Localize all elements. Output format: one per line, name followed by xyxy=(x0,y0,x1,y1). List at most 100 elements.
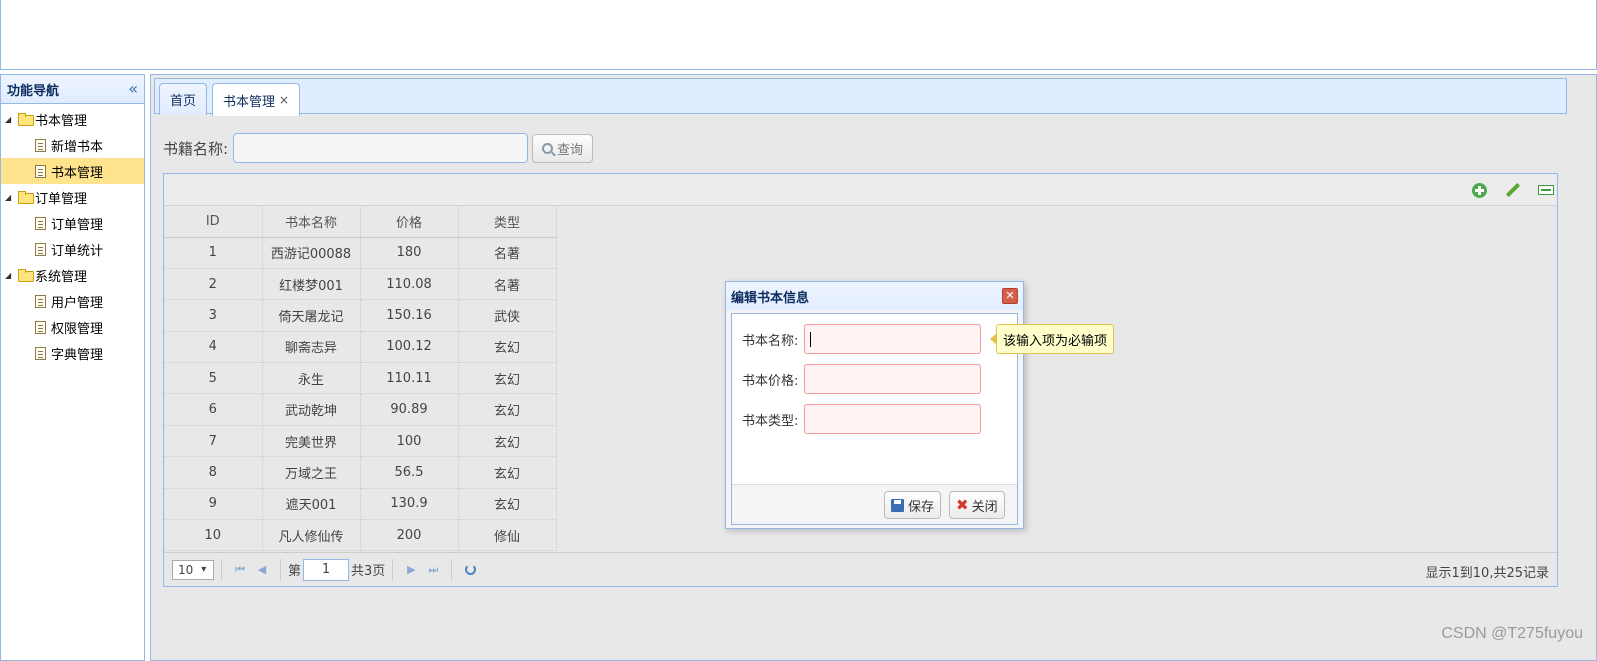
table-cell: 玄幻 xyxy=(458,362,557,395)
table-row[interactable]: 2 红楼梦001 110.08 名著 xyxy=(164,268,557,301)
table-cell: 6 xyxy=(164,393,263,426)
book-table: ID 书本名称 价格 类型 1 西游记00088 180 名著 2 红楼梦001 110.0… xyxy=(164,206,557,552)
table-cell: 3 xyxy=(164,299,263,332)
next-page-icon[interactable]: ▶ xyxy=(400,559,422,581)
table-row[interactable]: 3 倚天屠龙记 150.16 武侠 xyxy=(164,299,557,332)
add-button[interactable] xyxy=(1470,181,1488,199)
column-header[interactable]: 书本名称 xyxy=(262,206,361,238)
table-row[interactable]: 8 万域之王 56.5 玄幻 xyxy=(164,456,557,489)
table-cell: 1 xyxy=(164,237,263,269)
chevron-down-icon: ▾ xyxy=(201,564,207,575)
tab-close-icon[interactable]: × xyxy=(279,93,289,107)
tree-item-user-management[interactable]: 用户管理 xyxy=(1,288,144,314)
query-button[interactable]: 查询 xyxy=(532,133,594,163)
table-cell: 倚天屠龙记 xyxy=(262,299,361,332)
refresh-button[interactable] xyxy=(459,559,481,581)
table-cell: 4 xyxy=(164,331,263,364)
tree-item-label: 新增书本 xyxy=(51,139,104,155)
search-icon xyxy=(542,142,554,154)
first-page-icon[interactable]: ⏮ xyxy=(229,559,251,581)
table-cell: 玄幻 xyxy=(458,456,557,489)
book-name-field[interactable] xyxy=(804,324,981,354)
expand-triangle-icon[interactable]: ◢ xyxy=(5,271,17,280)
tree-group-book-management[interactable]: ◢ 书本管理 xyxy=(1,106,144,132)
close-button[interactable]: ✖ 关闭 xyxy=(949,491,1005,519)
tree-item-add-book[interactable]: 新增书本 xyxy=(1,132,144,158)
table-row[interactable]: 9 遮天001 130.9 玄幻 xyxy=(164,488,557,521)
table-row[interactable]: 4 聊斋志异 100.12 玄幻 xyxy=(164,331,557,364)
file-icon xyxy=(35,346,46,360)
tree-group-label: 订单管理 xyxy=(35,191,88,207)
table-cell: 武动乾坤 xyxy=(262,393,361,426)
table-cell: 凡人修仙传 xyxy=(262,519,361,552)
table-row[interactable]: 10 凡人修仙传 200 修仙 xyxy=(164,519,557,552)
tree-item-order-management[interactable]: 订单管理 xyxy=(1,210,144,236)
remove-button[interactable] xyxy=(1537,181,1555,199)
page-size-value: 10 xyxy=(178,562,194,577)
tree-item-dictionary-management[interactable]: 字典管理 xyxy=(1,340,144,366)
tree-group-label: 系统管理 xyxy=(35,269,88,285)
column-header[interactable]: ID xyxy=(164,206,263,238)
last-page-icon[interactable]: ⏭ xyxy=(422,559,444,581)
close-red-icon: ✖ xyxy=(956,496,969,514)
table-row[interactable]: 5 永生 110.11 玄幻 xyxy=(164,362,557,395)
tree-item-book-management[interactable]: 书本管理 xyxy=(1,158,144,184)
page-prefix: 第 xyxy=(288,564,302,579)
tree-item-order-statistics[interactable]: 订单统计 xyxy=(1,236,144,262)
sidebar-title: 功能导航 xyxy=(7,83,60,99)
tab-book-management[interactable]: 书本管理 × xyxy=(212,83,301,116)
remove-icon xyxy=(1538,185,1554,195)
tree-item-label: 字典管理 xyxy=(51,347,104,363)
close-icon[interactable]: ✕ xyxy=(1002,288,1018,304)
search-bar: 书籍名称: 查询 xyxy=(163,133,594,163)
table-cell: 150.16 xyxy=(360,299,459,332)
table-cell: 万域之王 xyxy=(262,456,361,489)
tree-group-system-management[interactable]: ◢ 系统管理 xyxy=(1,262,144,288)
pagination-bar: 10 ▾ ⏮ ◀ 第 1 共3页 ▶ ⏭ 显示1到10,共25记录 xyxy=(164,552,1557,586)
query-button-label: 查询 xyxy=(557,142,584,158)
table-cell: 100 xyxy=(360,425,459,458)
file-icon xyxy=(35,294,46,308)
tree-item-permission-management[interactable]: 权限管理 xyxy=(1,314,144,340)
expand-triangle-icon[interactable]: ◢ xyxy=(5,193,17,202)
text-cursor xyxy=(810,332,811,347)
table-cell: 遮天001 xyxy=(262,488,361,521)
folder-icon xyxy=(17,191,34,204)
book-name-search-input[interactable] xyxy=(233,133,529,163)
page-size-select[interactable]: 10 ▾ xyxy=(172,559,214,580)
column-header[interactable]: 价格 xyxy=(360,206,459,238)
table-cell: 5 xyxy=(164,362,263,395)
divider xyxy=(221,558,222,581)
page-number-input[interactable]: 1 xyxy=(303,558,350,581)
tabs-bar: 首页 书本管理 × xyxy=(154,78,1567,116)
table-row[interactable]: 7 完美世界 100 玄幻 xyxy=(164,425,557,458)
table-cell: 西游记00088 xyxy=(262,237,361,269)
table-row[interactable]: 1 西游记00088 180 名著 xyxy=(164,237,557,269)
tab-home[interactable]: 首页 xyxy=(159,83,208,115)
tree-item-label: 订单统计 xyxy=(51,243,104,259)
dialog-footer: 保存 ✖ 关闭 xyxy=(732,484,1017,524)
tree-item-label: 订单管理 xyxy=(51,217,104,233)
save-button[interactable]: 保存 xyxy=(884,491,942,519)
tree-group-order-management[interactable]: ◢ 订单管理 xyxy=(1,184,144,210)
save-icon xyxy=(891,498,904,512)
book-price-field[interactable] xyxy=(804,364,981,394)
column-header[interactable]: 类型 xyxy=(458,206,557,238)
top-banner xyxy=(0,0,1597,70)
tree-group-label: 书本管理 xyxy=(35,113,88,129)
collapse-sidebar-icon[interactable]: « xyxy=(128,81,138,97)
edit-button[interactable] xyxy=(1504,181,1522,199)
table-cell: 110.11 xyxy=(360,362,459,395)
divider xyxy=(451,558,453,581)
form-label: 书本类型: xyxy=(742,413,799,429)
table-row[interactable]: 6 武动乾坤 90.89 玄幻 xyxy=(164,393,557,426)
table-cell: 名著 xyxy=(458,268,557,301)
expand-triangle-icon[interactable]: ◢ xyxy=(5,115,17,124)
table-cell: 玄幻 xyxy=(458,393,557,426)
table-cell: 130.9 xyxy=(360,488,459,521)
book-type-field[interactable] xyxy=(804,404,981,434)
prev-page-icon[interactable]: ◀ xyxy=(251,559,273,581)
table-cell: 名著 xyxy=(458,237,557,269)
tab-label: 书本管理 xyxy=(223,94,276,110)
page-total: 共3页 xyxy=(351,564,386,579)
